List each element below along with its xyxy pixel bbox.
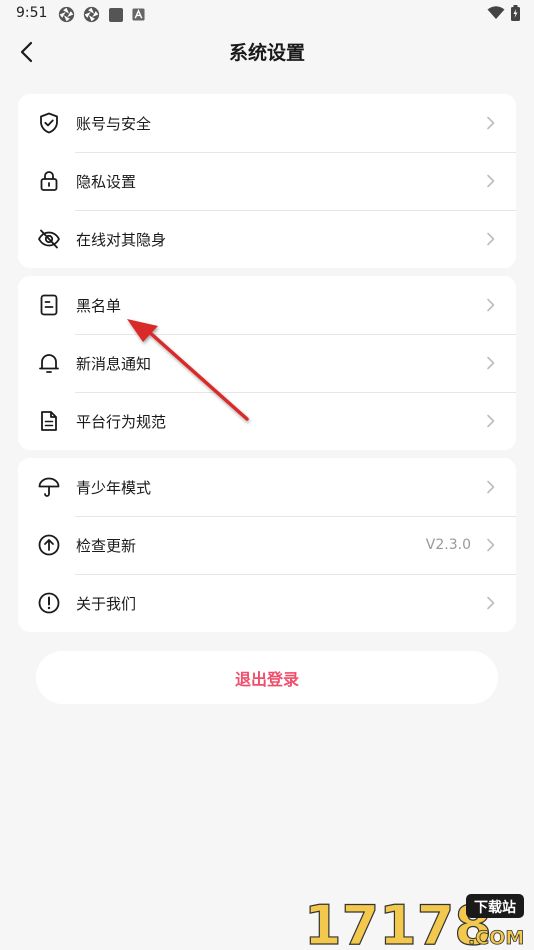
row-about-us[interactable]: 关于我们 (18, 574, 516, 632)
row-account-security[interactable]: 账号与安全 (18, 94, 516, 152)
row-label: 检查更新 (76, 536, 137, 555)
lock-icon (40, 171, 58, 191)
row-invisible-online[interactable]: 在线对其隐身 (18, 210, 516, 268)
row-label: 黑名单 (76, 296, 122, 315)
chevron-right-icon (487, 480, 495, 494)
chevron-right-icon (487, 596, 495, 610)
chevron-right-icon (487, 538, 495, 552)
chevron-right-icon (487, 232, 495, 246)
aperture-icon (58, 6, 75, 23)
header: 系统设置 (0, 28, 534, 76)
chevron-right-icon (487, 414, 495, 428)
a-box-icon (132, 8, 145, 21)
aperture-icon (83, 6, 100, 23)
chevron-right-icon (487, 116, 495, 130)
umbrella-icon (38, 477, 60, 497)
battery-icon (511, 5, 520, 21)
chevron-right-icon (487, 298, 495, 312)
row-check-update[interactable]: 检查更新 V2.3.0 (18, 516, 516, 574)
system-icons (487, 5, 520, 21)
row-label: 青少年模式 (76, 478, 152, 497)
watermark-logo-icon: 17178 下载站 .COM (303, 893, 524, 948)
watermark-badge: 下载站 (474, 899, 516, 916)
square-icon (109, 7, 123, 22)
watermark-domain: .COM (468, 927, 524, 948)
settings-group-about: 青少年模式 检查更新 V2.3.0 关于我们 (18, 458, 516, 632)
row-teen-mode[interactable]: 青少年模式 (18, 458, 516, 516)
eye-off-icon (38, 229, 60, 249)
row-platform-rules[interactable]: 平台行为规范 (18, 392, 516, 450)
document-icon (41, 411, 57, 431)
bell-icon (39, 354, 59, 373)
info-circle-icon (38, 592, 60, 614)
settings-group-account: 账号与安全 隐私设置 在线对其隐身 (18, 94, 516, 268)
wifi-icon (487, 6, 505, 19)
shield-check-icon (40, 112, 58, 134)
status-time: 9:51 (16, 5, 48, 21)
row-label: 在线对其隐身 (76, 230, 167, 249)
page-title: 系统设置 (228, 42, 305, 64)
status-bar: 9:51 (0, 0, 534, 28)
chevron-right-icon (487, 174, 495, 188)
chevron-right-icon (487, 356, 495, 370)
row-message-notifications[interactable]: 新消息通知 (18, 334, 516, 392)
row-blacklist[interactable]: 黑名单 (18, 276, 516, 334)
row-label: 隐私设置 (76, 172, 137, 191)
row-label: 平台行为规范 (76, 412, 167, 431)
row-label: 关于我们 (76, 594, 137, 613)
row-privacy-settings[interactable]: 隐私设置 (18, 152, 516, 210)
version-value: V2.3.0 (425, 537, 471, 553)
logout-button[interactable]: 退出登录 (36, 651, 498, 704)
settings-group-notifications: 黑名单 新消息通知 平台行为规范 (18, 276, 516, 450)
arrow-up-circle-icon (38, 534, 60, 556)
blacklist-doc-icon (40, 294, 58, 316)
watermark-number: 17178 (304, 894, 492, 948)
row-label: 新消息通知 (76, 354, 152, 373)
row-label: 账号与安全 (76, 114, 152, 133)
notification-icons (58, 6, 145, 23)
